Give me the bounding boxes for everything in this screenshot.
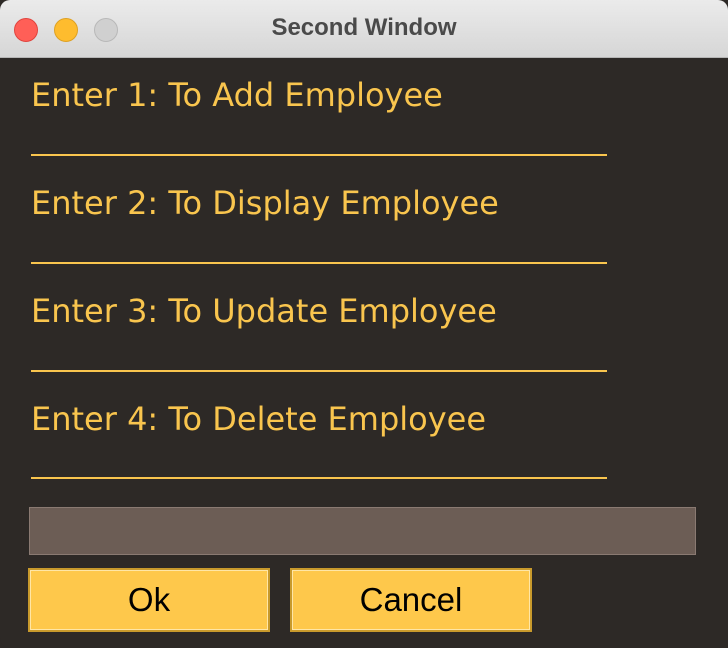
menu-item-delete-employee: Enter 4: To Delete Employee — [31, 400, 487, 438]
choice-input[interactable] — [29, 507, 696, 555]
menu-separator — [31, 262, 607, 264]
second-window: Second Window Enter 1: To Add Employee E… — [0, 0, 728, 648]
ok-button[interactable]: Ok — [28, 568, 270, 632]
menu-item-update-employee: Enter 3: To Update Employee — [31, 292, 497, 330]
window-title: Second Window — [271, 14, 457, 41]
menu-separator — [31, 370, 607, 372]
menu-separator — [31, 154, 607, 156]
title-bar[interactable]: Second Window — [0, 0, 728, 58]
menu-separator — [31, 477, 607, 479]
menu-item-display-employee: Enter 2: To Display Employee — [31, 184, 499, 222]
cancel-button[interactable]: Cancel — [290, 568, 532, 632]
menu-item-add-employee: Enter 1: To Add Employee — [31, 76, 443, 114]
